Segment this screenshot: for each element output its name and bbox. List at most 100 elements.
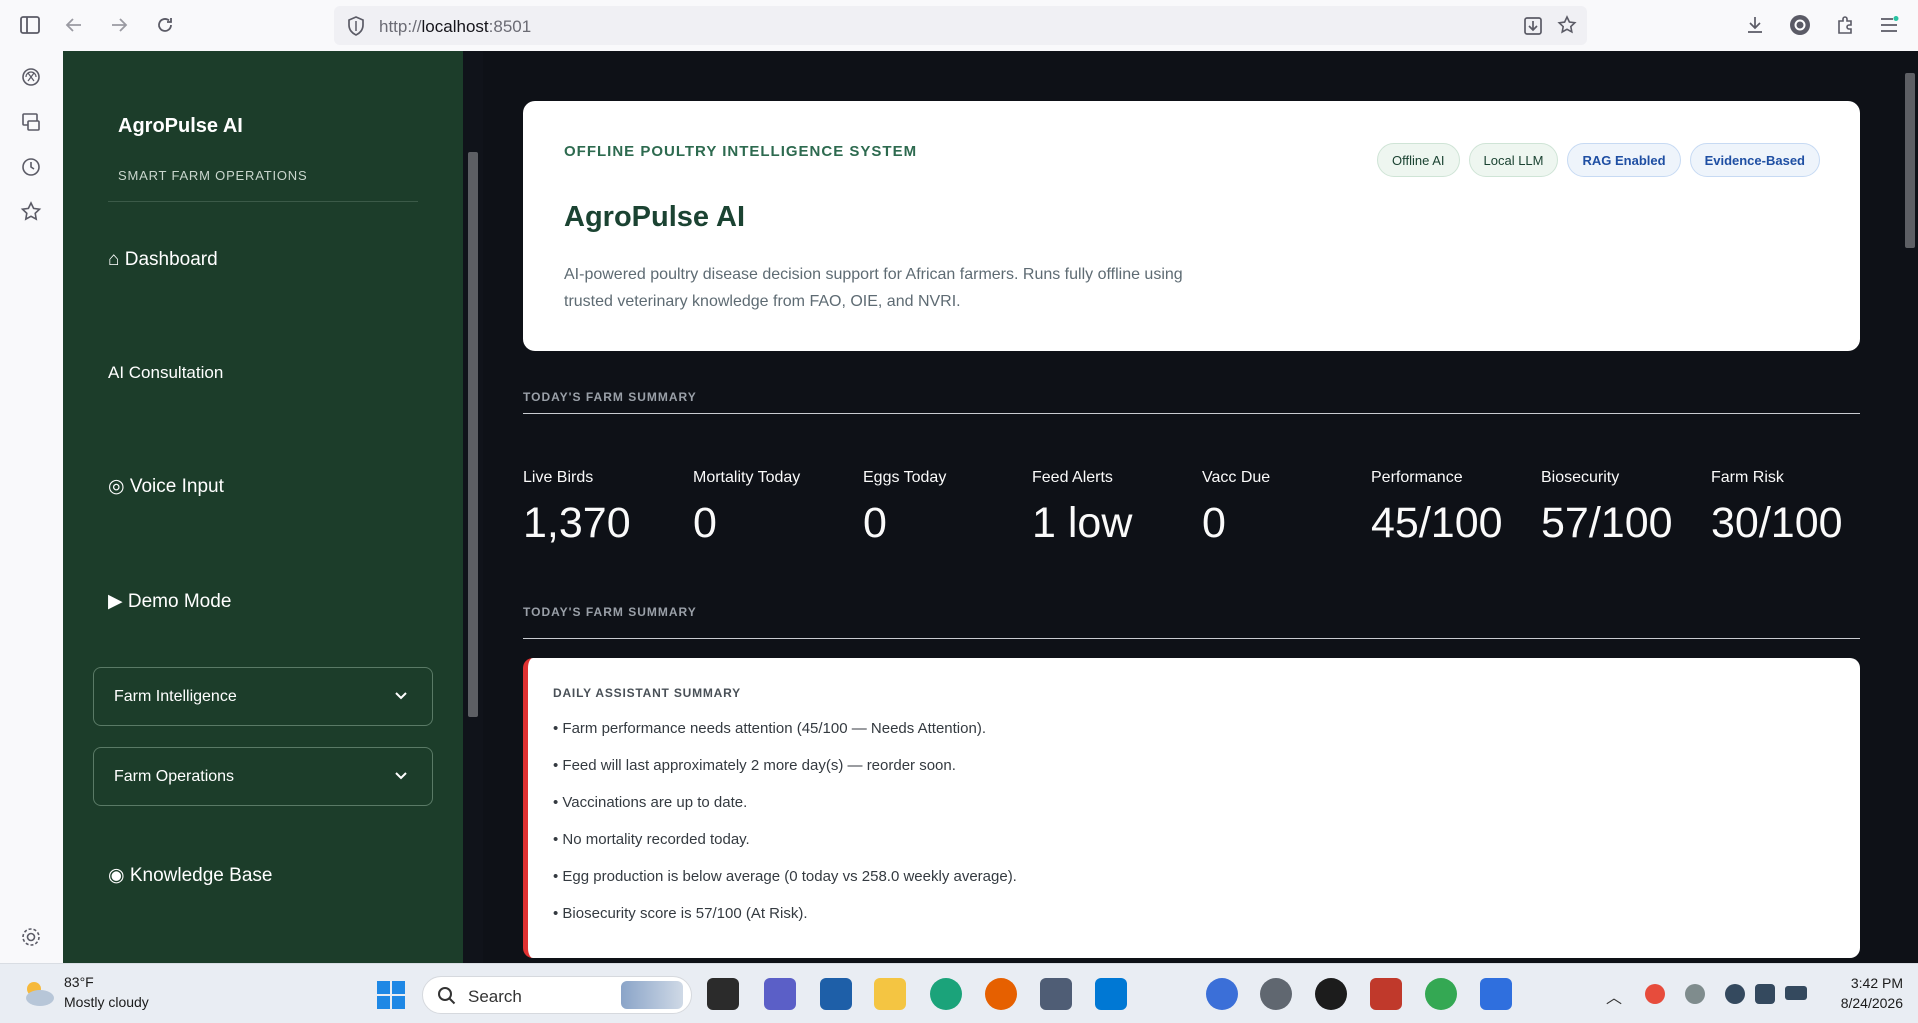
firefox-icon[interactable]	[985, 978, 1017, 1010]
notepad-icon[interactable]	[1480, 978, 1512, 1010]
page-scrollbar[interactable]	[1905, 73, 1915, 248]
metric-label: Mortality Today	[693, 469, 801, 486]
bookmark-star-icon[interactable]	[1557, 15, 1577, 40]
taskbar-search[interactable]: Search	[422, 976, 692, 1014]
sidebar-brand: AgroPulse AI	[118, 115, 243, 137]
windows-start-icon[interactable]	[376, 980, 406, 1015]
weather-temperature[interactable]: 83°F	[64, 974, 94, 990]
url-text[interactable]: http://localhost:8501	[379, 17, 531, 37]
nav-dashboard[interactable]: ⌂ Dashboard	[108, 249, 218, 271]
badge-evidence-based: Evidence-Based	[1689, 143, 1820, 177]
badge-offline-ai: Offline AI	[1376, 143, 1460, 177]
app-sidebar: AgroPulse AI SMART FARM OPERATIONS ⌂ Das…	[63, 51, 463, 963]
metric-performance: Performance 45/100	[1371, 469, 1503, 548]
expander-farm-operations[interactable]: Farm Operations	[93, 747, 433, 806]
synced-tabs-icon[interactable]	[19, 110, 43, 134]
edge-icon[interactable]	[930, 978, 962, 1010]
sidebar-brand-subtitle: SMART FARM OPERATIONS	[118, 168, 308, 183]
task-view-icon[interactable]	[707, 978, 739, 1010]
expander-label: Farm Operations	[114, 768, 235, 785]
metric-mortality-today: Mortality Today 0	[693, 469, 800, 548]
metric-vacc-due: Vacc Due 0	[1202, 469, 1270, 548]
chevron-down-icon	[395, 692, 407, 700]
nav-ai-consultation[interactable]: AI Consultation	[108, 363, 223, 383]
list-item: • Vaccinations are up to date.	[553, 794, 748, 811]
list-item: • No mortality recorded today.	[553, 831, 750, 848]
history-icon[interactable]	[19, 155, 43, 179]
ai-chatbot-icon[interactable]	[19, 65, 43, 89]
metric-value: 0	[693, 499, 717, 547]
nav-demo-mode[interactable]: ▶ Demo Mode	[108, 590, 231, 613]
word-icon[interactable]	[1370, 978, 1402, 1010]
shield-icon[interactable]	[347, 16, 365, 41]
app-spiral-icon[interactable]	[1206, 978, 1238, 1010]
metric-value: 30/100	[1711, 499, 1843, 547]
file-explorer-icon[interactable]	[874, 978, 906, 1010]
expander-farm-intelligence[interactable]: Farm Intelligence	[93, 667, 433, 726]
settings-gear-icon[interactable]	[19, 925, 43, 949]
reload-icon[interactable]	[153, 13, 177, 37]
weather-description[interactable]: Mostly cloudy	[64, 994, 149, 1010]
list-item: • Biosecurity score is 57/100 (At Risk).	[553, 905, 808, 922]
metric-eggs-today: Eggs Today 0	[863, 469, 946, 548]
nav-voice-input[interactable]: ◎ Voice Input	[108, 475, 224, 498]
clock-time[interactable]: 3:42 PM	[1828, 975, 1903, 991]
metric-value: 1 low	[1032, 499, 1133, 547]
forward-icon[interactable]	[107, 13, 131, 37]
volume-icon[interactable]	[1755, 984, 1775, 1004]
media-player-icon[interactable]	[1315, 978, 1347, 1010]
section-divider	[523, 638, 1860, 639]
chrome-icon[interactable]	[1425, 978, 1457, 1010]
taskbar: 83°F Mostly cloudy Search ︿ 3:42 PM 8/24…	[0, 963, 1918, 1023]
metric-farm-risk: Farm Risk 30/100	[1711, 469, 1843, 548]
daily-assistant-summary-card: DAILY ASSISTANT SUMMARY • Farm performan…	[523, 658, 1860, 958]
network-icon[interactable]	[1725, 984, 1745, 1004]
metric-label: Eggs Today	[863, 469, 947, 486]
metric-label: Vacc Due	[1202, 469, 1271, 486]
metric-label: Farm Risk	[1711, 469, 1784, 486]
summary-title: DAILY ASSISTANT SUMMARY	[553, 686, 741, 700]
metric-value: 0	[1202, 499, 1226, 547]
battery-icon[interactable]	[1785, 986, 1807, 1000]
back-icon[interactable]	[62, 13, 86, 37]
weather-cloud-icon[interactable]	[20, 978, 56, 1013]
expander-label: Farm Intelligence	[114, 688, 237, 705]
browser-sidebar	[0, 51, 63, 963]
downloads-icon[interactable]	[1743, 13, 1767, 37]
badge-local-llm: Local LLM	[1468, 143, 1559, 177]
sidebar-scrollbar[interactable]	[468, 152, 478, 717]
metric-label: Feed Alerts	[1032, 469, 1113, 486]
badge-rag-enabled: RAG Enabled	[1567, 143, 1681, 177]
section-label-farm-summary-2: TODAY'S FARM SUMMARY	[523, 605, 697, 619]
extensions-icon[interactable]	[1833, 13, 1857, 37]
save-page-icon[interactable]	[1523, 16, 1543, 41]
vscode-icon[interactable]	[1095, 978, 1127, 1010]
tray-app-icon[interactable]	[1645, 984, 1665, 1004]
teams-icon[interactable]	[764, 978, 796, 1010]
search-label: Search	[468, 987, 522, 1006]
menu-icon[interactable]	[1877, 13, 1901, 37]
metric-value: 45/100	[1371, 499, 1503, 547]
metric-value: 57/100	[1541, 499, 1673, 547]
list-item: • Farm performance needs attention (45/1…	[553, 720, 986, 737]
feature-badges: Offline AI Local LLM RAG Enabled Evidenc…	[1376, 143, 1820, 177]
bookmarks-icon[interactable]	[19, 200, 43, 224]
hero-title: AgroPulse AI	[564, 201, 746, 233]
calculator-icon[interactable]	[1040, 978, 1072, 1010]
cloud-sync-icon[interactable]	[1685, 984, 1705, 1004]
account-icon[interactable]	[1788, 13, 1812, 37]
search-highlight-icon	[621, 981, 683, 1009]
hero-eyebrow: OFFLINE POULTRY INTELLIGENCE SYSTEM	[564, 143, 918, 160]
clock-date[interactable]: 8/24/2026	[1808, 995, 1903, 1011]
tray-chevron-up-icon[interactable]: ︿	[1606, 984, 1622, 1008]
url-bar[interactable]: http://localhost:8501	[334, 6, 1587, 45]
section-label-farm-summary: TODAY'S FARM SUMMARY	[523, 390, 697, 404]
nav-knowledge-base[interactable]: ◉ Knowledge Base	[108, 864, 272, 887]
sidebar-toggle-icon[interactable]	[18, 13, 42, 37]
app-viewport: AgroPulse AI SMART FARM OPERATIONS ⌂ Das…	[63, 51, 1918, 963]
metric-live-birds: Live Birds 1,370	[523, 469, 631, 548]
settings-icon[interactable]	[1260, 978, 1292, 1010]
metric-label: Live Birds	[523, 469, 594, 486]
metric-biosecurity: Biosecurity 57/100	[1541, 469, 1673, 548]
store-icon[interactable]	[820, 978, 852, 1010]
